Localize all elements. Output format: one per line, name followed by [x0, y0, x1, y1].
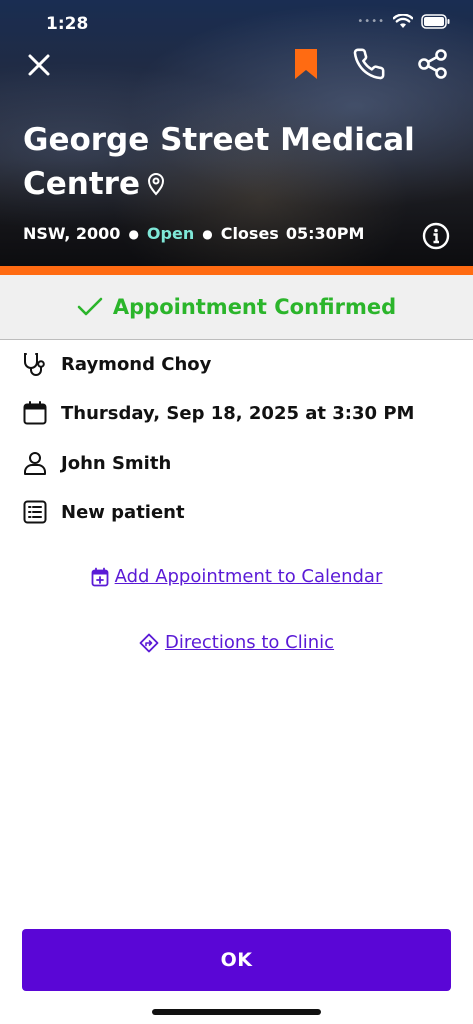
share-button[interactable]: [414, 46, 452, 82]
stethoscope-icon: [22, 351, 48, 377]
patient-name: John Smith: [61, 452, 172, 474]
share-icon: [418, 49, 447, 79]
wifi-icon: [393, 14, 413, 28]
separator-dot: ●: [128, 226, 139, 241]
call-button[interactable]: [350, 46, 388, 82]
calendar-add-icon: [91, 567, 109, 587]
visit-type: New patient: [61, 501, 185, 523]
battery-icon: [421, 14, 450, 29]
closes-label: Closes: [220, 224, 279, 243]
bookmark-icon: [295, 49, 317, 79]
clinic-name-text: George Street Medical Centre: [23, 122, 415, 202]
directions-label: Directions to Clinic: [164, 632, 335, 653]
clinic-location: NSW, 2000: [23, 224, 121, 243]
check-icon: [77, 297, 103, 316]
calendar-icon: [22, 400, 48, 426]
confirmation-banner: Appointment Confirmed: [0, 275, 473, 340]
status-indicators: ••••: [357, 14, 451, 29]
clinic-meta: NSW, 2000 ● Open ● Closes 05:30PM: [23, 224, 364, 243]
visit-type-row: New patient: [22, 499, 185, 525]
directions-icon: [139, 633, 159, 653]
doctor-name: Raymond Choy: [61, 353, 212, 375]
home-indicator: [152, 1009, 321, 1015]
close-button[interactable]: [22, 48, 56, 82]
list-icon: [22, 499, 48, 525]
open-status: Open: [146, 224, 195, 243]
doctor-row: Raymond Choy: [22, 351, 211, 377]
separator-dot: ●: [202, 226, 213, 241]
closes-time: 05:30PM: [285, 224, 365, 243]
bookmark-button[interactable]: [290, 46, 322, 82]
add-to-calendar-label: Add Appointment to Calendar: [114, 566, 383, 587]
info-button[interactable]: [420, 220, 452, 252]
appointment-datetime: Thursday, Sep 18, 2025 at 3:30 PM: [61, 402, 415, 424]
datetime-row: Thursday, Sep 18, 2025 at 3:30 PM: [22, 400, 414, 426]
patient-row: John Smith: [22, 450, 171, 476]
clinic-name: George Street Medical Centre: [23, 118, 443, 208]
close-icon: [28, 54, 50, 76]
directions-link[interactable]: Directions to Clinic: [0, 632, 473, 653]
confirmation-text: Appointment Confirmed: [112, 295, 397, 319]
person-icon: [22, 450, 48, 476]
info-icon: [422, 222, 450, 250]
phone-icon: [353, 48, 385, 80]
status-time: 1:28: [46, 14, 89, 34]
signal-icon: ••••: [357, 16, 385, 27]
ok-button-label: OK: [220, 949, 253, 971]
ok-button[interactable]: OK: [22, 929, 451, 991]
add-to-calendar-link[interactable]: Add Appointment to Calendar: [0, 566, 473, 587]
location-pin-icon: [146, 164, 166, 208]
accent-bar: [0, 266, 473, 275]
